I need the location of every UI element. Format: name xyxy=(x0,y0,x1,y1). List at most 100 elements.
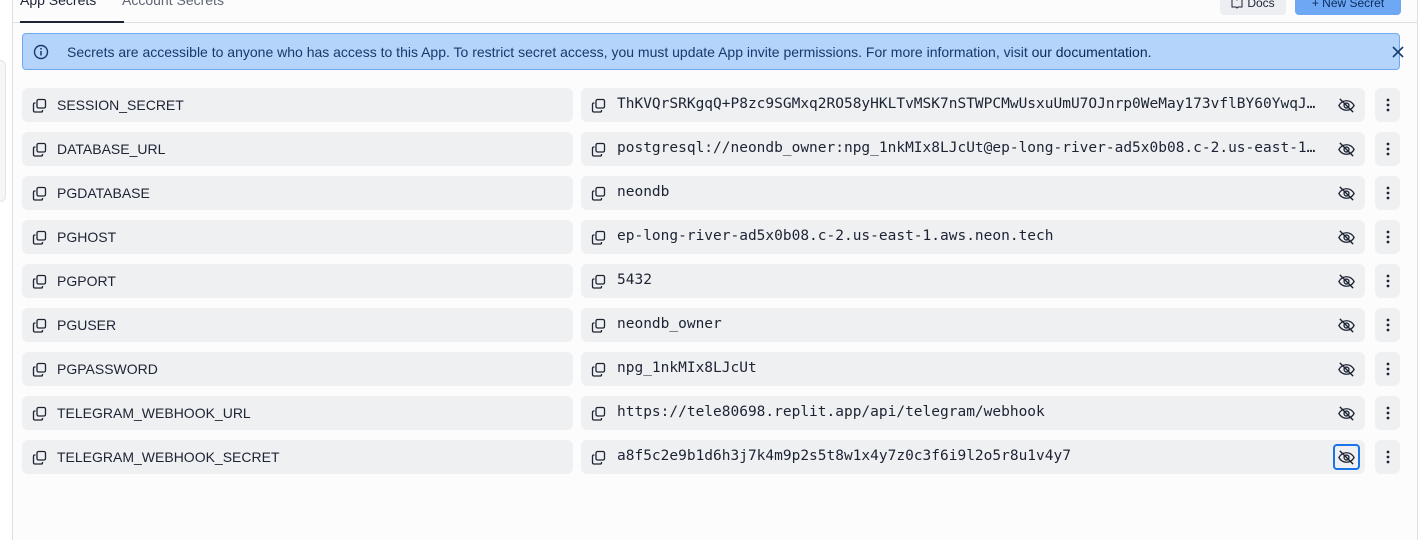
secret-key-label: SESSION_SECRET xyxy=(57,97,184,113)
banner-message: Secrets are accessible to anyone who has… xyxy=(67,44,1032,60)
secret-key-field[interactable]: PGUSER xyxy=(22,308,573,342)
eye-off-icon xyxy=(1338,449,1355,465)
secret-row: TELEGRAM_WEBHOOK_SECRET a8f5c2e9b1d6h3j7… xyxy=(22,440,1400,474)
copy-icon[interactable] xyxy=(591,274,606,289)
secret-options-button[interactable] xyxy=(1375,308,1400,342)
secret-key-label: PGPASSWORD xyxy=(57,361,158,377)
secret-row: PGUSER neondb_owner xyxy=(22,308,1400,342)
toggle-visibility-button[interactable] xyxy=(1333,312,1360,338)
secret-key-field[interactable]: SESSION_SECRET xyxy=(22,88,573,122)
secret-value-field[interactable]: postgresql://neondb_owner:npg_1nkMIx8LJc… xyxy=(581,132,1365,166)
toggle-visibility-button[interactable] xyxy=(1333,400,1360,426)
secret-key-label: PGUSER xyxy=(57,317,117,333)
toggle-visibility-button[interactable] xyxy=(1333,224,1360,250)
left-panel-edge xyxy=(0,60,6,202)
copy-icon[interactable] xyxy=(591,142,606,157)
secrets-tabs: App Secrets Account Secrets xyxy=(12,0,1418,23)
secret-options-button[interactable] xyxy=(1375,396,1400,430)
secret-key-field[interactable]: PGPORT xyxy=(22,264,573,298)
secret-options-button[interactable] xyxy=(1375,264,1400,298)
copy-icon[interactable] xyxy=(591,318,606,333)
new-secret-label: + New Secret xyxy=(1311,0,1385,10)
eye-off-icon xyxy=(1338,273,1355,289)
secret-options-button[interactable] xyxy=(1375,88,1400,122)
eye-off-icon xyxy=(1338,97,1355,113)
secret-value-text: npg_1nkMIx8LJcUt xyxy=(617,360,757,376)
eye-off-icon xyxy=(1338,185,1355,201)
toggle-visibility-button[interactable] xyxy=(1333,356,1360,382)
secret-value-text: neondb xyxy=(617,184,670,200)
info-icon xyxy=(33,44,49,60)
secret-key-label: PGDATABASE xyxy=(57,185,150,201)
secret-key-field[interactable]: PGPASSWORD xyxy=(22,352,573,386)
copy-icon[interactable] xyxy=(591,230,606,245)
secret-row: PGHOST ep-long-river-ad5x0b08.c-2.us-eas… xyxy=(22,220,1400,254)
eye-off-icon xyxy=(1338,361,1355,377)
copy-icon[interactable] xyxy=(32,450,47,465)
close-icon[interactable] xyxy=(1391,45,1405,59)
more-vertical-icon xyxy=(1386,362,1389,376)
secret-key-field[interactable]: PGHOST xyxy=(22,220,573,254)
more-vertical-icon xyxy=(1386,318,1389,332)
secret-row: PGPORT 5432 xyxy=(22,264,1400,298)
secret-key-label: PGHOST xyxy=(57,229,117,245)
secret-key-field[interactable]: TELEGRAM_WEBHOOK_SECRET xyxy=(22,440,573,474)
copy-icon[interactable] xyxy=(32,186,47,201)
book-icon xyxy=(1231,0,1243,9)
secret-options-button[interactable] xyxy=(1375,176,1400,210)
banner-text: Secrets are accessible to anyone who has… xyxy=(67,44,1152,60)
secret-key-field[interactable]: PGDATABASE xyxy=(22,176,573,210)
documentation-link[interactable]: our documentation. xyxy=(1032,44,1152,60)
secret-key-label: PGPORT xyxy=(57,273,116,289)
toggle-visibility-button[interactable] xyxy=(1333,92,1360,118)
eye-off-icon xyxy=(1338,317,1355,333)
tab-app-secrets[interactable]: App Secrets xyxy=(20,0,96,8)
eye-off-icon xyxy=(1338,405,1355,421)
docs-button-label: Docs xyxy=(1247,0,1275,10)
copy-icon[interactable] xyxy=(591,186,606,201)
secret-value-field[interactable]: a8f5c2e9b1d6h3j7k4m9p2s5t8w1x4y7z0c3f6i9… xyxy=(581,440,1365,474)
copy-icon[interactable] xyxy=(32,318,47,333)
secret-value-field[interactable]: ep-long-river-ad5x0b08.c-2.us-east-1.aws… xyxy=(581,220,1365,254)
secret-value-text: a8f5c2e9b1d6h3j7k4m9p2s5t8w1x4y7z0c3f6i9… xyxy=(617,448,1071,464)
tab-account-secrets[interactable]: Account Secrets xyxy=(122,0,224,8)
copy-icon[interactable] xyxy=(32,230,47,245)
toggle-visibility-button[interactable] xyxy=(1333,180,1360,206)
secret-options-button[interactable] xyxy=(1375,352,1400,386)
secret-row: PGPASSWORD npg_1nkMIx8LJcUt xyxy=(22,352,1400,386)
info-banner: Secrets are accessible to anyone who has… xyxy=(22,33,1404,70)
secret-value-field[interactable]: https://tele80698.replit.app/api/telegra… xyxy=(581,396,1365,430)
secret-options-button[interactable] xyxy=(1375,132,1400,166)
new-secret-button[interactable]: + New Secret xyxy=(1295,0,1401,15)
more-vertical-icon xyxy=(1386,186,1389,200)
copy-icon[interactable] xyxy=(32,362,47,377)
copy-icon[interactable] xyxy=(591,362,606,377)
copy-icon[interactable] xyxy=(32,142,47,157)
toggle-visibility-button[interactable] xyxy=(1333,444,1360,470)
secret-value-field[interactable]: npg_1nkMIx8LJcUt xyxy=(581,352,1365,386)
copy-icon[interactable] xyxy=(591,98,606,113)
secret-value-text: https://tele80698.replit.app/api/telegra… xyxy=(617,404,1045,420)
secret-value-field[interactable]: ThKVQrSRKgqQ+P8zc9SGMxq2RO58yHKLTvMSK7nS… xyxy=(581,88,1365,122)
secret-row: SESSION_SECRET ThKVQrSRKgqQ+P8zc9SGMxq2R… xyxy=(22,88,1400,122)
toggle-visibility-button[interactable] xyxy=(1333,136,1360,162)
secret-value-field[interactable]: neondb xyxy=(581,176,1365,210)
secret-row: TELEGRAM_WEBHOOK_URL https://tele80698.r… xyxy=(22,396,1400,430)
more-vertical-icon xyxy=(1386,274,1389,288)
secret-value-field[interactable]: neondb_owner xyxy=(581,308,1365,342)
secret-value-field[interactable]: 5432 xyxy=(581,264,1365,298)
more-vertical-icon xyxy=(1386,406,1389,420)
copy-icon[interactable] xyxy=(591,450,606,465)
copy-icon[interactable] xyxy=(32,98,47,113)
copy-icon[interactable] xyxy=(32,274,47,289)
more-vertical-icon xyxy=(1386,230,1389,244)
secret-options-button[interactable] xyxy=(1375,220,1400,254)
copy-icon[interactable] xyxy=(32,406,47,421)
secret-options-button[interactable] xyxy=(1375,440,1400,474)
toggle-visibility-button[interactable] xyxy=(1333,268,1360,294)
secret-key-field[interactable]: TELEGRAM_WEBHOOK_URL xyxy=(22,396,573,430)
secret-key-field[interactable]: DATABASE_URL xyxy=(22,132,573,166)
docs-button[interactable]: Docs xyxy=(1220,0,1286,15)
copy-icon[interactable] xyxy=(591,406,606,421)
eye-off-icon xyxy=(1338,229,1355,245)
